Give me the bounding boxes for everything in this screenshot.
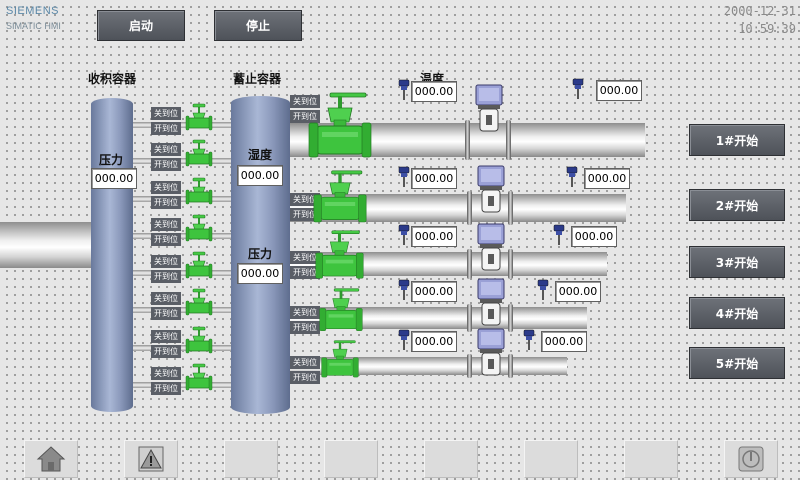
hold-vessel-title: 蓄止容器	[233, 72, 282, 86]
valve-open-tag: 开到位	[151, 196, 181, 209]
line-1-pressure-value[interactable]: 000.00	[596, 80, 642, 101]
transfer-valve-icon[interactable]	[185, 139, 213, 167]
line-1-temperature-sensor-icon	[398, 79, 410, 101]
nav-button-4[interactable]	[324, 440, 378, 478]
line-2-temperature-value[interactable]: 000.00	[411, 168, 457, 189]
line-2-flow-meter-icon	[470, 164, 510, 216]
line-2-pressure-sensor-icon	[566, 166, 578, 188]
valve-open-tag: 开到位	[151, 158, 181, 171]
line-1-pressure-sensor-icon	[572, 78, 584, 100]
valve-closed-tag: 关到位	[151, 330, 181, 343]
transfer-valve-icon[interactable]	[185, 326, 213, 354]
nav-button-7[interactable]	[624, 440, 678, 478]
line-4-temperature-value[interactable]: 000.00	[411, 281, 457, 302]
valve-open-tag: 开到位	[151, 307, 181, 320]
transfer-valve-icon[interactable]	[185, 251, 213, 279]
hold-humidity-value[interactable]: 000.00	[237, 165, 283, 186]
line-1-temperature-value[interactable]: 000.00	[411, 81, 457, 102]
line-1-start-button[interactable]: 1#开始	[689, 124, 785, 156]
line-5-closed-tag: 关到位	[290, 356, 320, 369]
hmi-screen: SIEMENS SIMATIC HMI 2000-12-31 10:59:39 …	[0, 0, 800, 480]
line-4-start-button[interactable]: 4#开始	[689, 297, 785, 329]
hold-humidity-label: 湿度	[248, 148, 273, 162]
nav-button-3[interactable]	[224, 440, 278, 478]
line-2-valve-icon[interactable]	[313, 170, 367, 226]
transfer-valve-icon[interactable]	[185, 103, 213, 131]
line-2-start-button[interactable]: 2#开始	[689, 189, 785, 221]
valve-closed-tag: 关到位	[151, 107, 181, 120]
hold-pressure-label: 压力	[248, 247, 273, 261]
collect-vessel	[91, 98, 133, 412]
inlet-pipe	[0, 222, 96, 268]
hold-pressure-value[interactable]: 000.00	[237, 263, 283, 284]
line-5-flow-meter-icon	[470, 327, 510, 379]
nav-home-button[interactable]	[24, 440, 78, 478]
line-4-pressure-value[interactable]: 000.00	[555, 281, 601, 302]
valve-closed-tag: 关到位	[151, 292, 181, 305]
valve-closed-tag: 关到位	[151, 218, 181, 231]
line-5-temperature-sensor-icon	[398, 329, 410, 351]
alarm-icon	[138, 446, 164, 472]
collect-pressure-value[interactable]: 000.00	[91, 168, 137, 189]
line-3-temperature-value[interactable]: 000.00	[411, 226, 457, 247]
valve-open-tag: 开到位	[151, 270, 181, 283]
transfer-valve-icon[interactable]	[185, 288, 213, 316]
time-display: 10:59:39	[738, 22, 796, 36]
line-2-pressure-value[interactable]: 000.00	[584, 168, 630, 189]
transfer-pipe	[131, 122, 233, 128]
date-display: 2000-12-31	[723, 4, 796, 18]
line-3-start-button[interactable]: 3#开始	[689, 246, 785, 278]
line-5-valve-icon[interactable]	[321, 340, 359, 380]
line-1-flow-meter-icon	[468, 83, 508, 135]
collect-vessel-title: 收积容器	[88, 72, 137, 86]
line-4-open-tag: 开到位	[290, 321, 320, 334]
transfer-pipe	[131, 196, 233, 202]
valve-closed-tag: 关到位	[151, 367, 181, 380]
line-5-pressure-sensor-icon	[523, 329, 535, 351]
line-5-open-tag: 开到位	[290, 371, 320, 384]
line-3-temperature-sensor-icon	[398, 224, 410, 246]
transfer-valve-icon[interactable]	[185, 177, 213, 205]
line-2-temperature-sensor-icon	[398, 166, 410, 188]
start-button[interactable]: 启动	[97, 10, 185, 41]
line-4-temperature-sensor-icon	[398, 279, 410, 301]
line-4-pressure-sensor-icon	[537, 279, 549, 301]
nav-alarm-button[interactable]	[124, 440, 178, 478]
valve-closed-tag: 关到位	[151, 255, 181, 268]
line-3-flow-meter-icon	[470, 222, 510, 274]
nav-power-button[interactable]	[724, 440, 778, 478]
transfer-valve-icon[interactable]	[185, 363, 213, 391]
transfer-pipe	[131, 158, 233, 164]
transfer-valve-icon[interactable]	[185, 214, 213, 242]
stop-button[interactable]: 停止	[214, 10, 302, 41]
line-3-valve-icon[interactable]	[315, 230, 364, 282]
valve-open-tag: 开到位	[151, 122, 181, 135]
valve-open-tag: 开到位	[151, 233, 181, 246]
transfer-pipe	[131, 307, 233, 313]
line-5-temperature-value[interactable]: 000.00	[411, 331, 457, 352]
nav-button-6[interactable]	[524, 440, 578, 478]
nav-button-5[interactable]	[424, 440, 478, 478]
line-4-closed-tag: 关到位	[290, 306, 320, 319]
collect-pressure-label: 压力	[99, 153, 124, 167]
line-5-start-button[interactable]: 5#开始	[689, 347, 785, 379]
product-name: SIMATIC HMI	[6, 21, 61, 31]
valve-open-tag: 开到位	[151, 345, 181, 358]
valve-open-tag: 开到位	[151, 382, 181, 395]
line-4-flow-meter-icon	[470, 277, 510, 329]
line-4-valve-icon[interactable]	[319, 288, 363, 334]
transfer-pipe	[131, 270, 233, 276]
line-3-pressure-value[interactable]: 000.00	[571, 226, 617, 247]
line-3-pressure-sensor-icon	[553, 224, 565, 246]
transfer-pipe	[131, 233, 233, 239]
siemens-logo: SIEMENS	[6, 5, 60, 17]
valve-closed-tag: 关到位	[151, 143, 181, 156]
transfer-pipe	[131, 345, 233, 351]
line-1-valve-icon[interactable]	[308, 92, 372, 162]
power-icon	[738, 446, 764, 472]
home-icon	[36, 445, 66, 473]
transfer-pipe	[131, 382, 233, 388]
line-5-pressure-value[interactable]: 000.00	[541, 331, 587, 352]
valve-closed-tag: 关到位	[151, 181, 181, 194]
